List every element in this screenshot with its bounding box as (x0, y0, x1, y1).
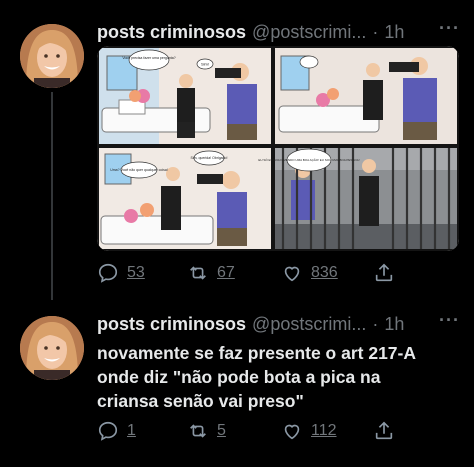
retweet-count: 5 (217, 422, 226, 439)
heart-icon (284, 266, 300, 282)
avatar[interactable] (20, 316, 84, 380)
retweet-icon (190, 266, 206, 280)
like-count: 112 (311, 422, 337, 439)
speech-bubble-text: Você precisa fazer uma pergunta? (122, 56, 175, 60)
separator-dot: · (372, 314, 379, 334)
tweet-header: posts criminosos @postscrimi... · 1h (97, 22, 404, 43)
tweet-image[interactable]: Você precisa fazer uma pergunta? Sim! Um… (97, 46, 459, 251)
like-count: 836 (311, 264, 338, 281)
retweet-button[interactable]: 67 (187, 262, 281, 284)
speech-bubble-text: Uma? Você não quer qualquer coisa! (110, 168, 168, 172)
speech-bubble-text: Sim, querida! Obrigado! (191, 156, 228, 160)
reply-icon (98, 421, 118, 441)
share-button[interactable] (373, 262, 395, 284)
timestamp[interactable]: 1h (384, 314, 404, 335)
reply-button[interactable]: 53 (97, 262, 187, 284)
more-options-button[interactable]: ··· (439, 18, 460, 39)
tweet-text-line: novamente se faz presente o art 217-A (97, 343, 417, 363)
speech-bubble-text: Sim! (201, 62, 209, 67)
avatar[interactable] (20, 24, 84, 88)
tweet-text-line: onde diz "não pode bota a pica na (97, 367, 381, 387)
author-name[interactable]: posts criminosos (97, 22, 246, 43)
comic-panel-1: Você precisa fazer uma pergunta? Sim! (99, 48, 271, 144)
retweet-icon (190, 424, 206, 438)
share-icon (375, 263, 393, 282)
comic-panel-3: Uma? Você não quer qualquer coisa! Sim, … (99, 148, 271, 249)
speech-bubble-text: EU SÓ ESTAVA FAZENDO UMA BOA AÇÃO! EU SO… (258, 157, 359, 162)
like-button[interactable]: 836 (281, 262, 373, 284)
more-options-button[interactable]: ··· (439, 310, 460, 331)
author-handle[interactable]: @postscrimi... (252, 22, 366, 43)
comic-panel-4: EU SÓ ESTAVA FAZENDO UMA BOA AÇÃO! EU SO… (258, 148, 457, 249)
timestamp[interactable]: 1h (384, 22, 404, 43)
thread-connector-line (51, 92, 53, 300)
separator-dot: · (372, 22, 379, 42)
retweet-button[interactable]: 5 (187, 420, 281, 442)
reply-icon (98, 263, 118, 283)
share-button[interactable] (373, 420, 395, 442)
tweet-header: posts criminosos @postscrimi... · 1h (97, 314, 404, 335)
heart-icon (284, 424, 300, 440)
share-icon (375, 421, 393, 440)
reply-count: 1 (127, 422, 136, 439)
reply-button[interactable]: 1 (97, 420, 187, 442)
tweet-actions: 53 67 836 (97, 262, 395, 284)
tweet-actions: 1 5 112 (97, 420, 395, 442)
retweet-count: 67 (217, 264, 235, 281)
tweet-text-line: criansa senão vai preso" (97, 391, 304, 411)
reply-count: 53 (127, 264, 145, 281)
tweet-text: novamente se faz presente o art 217-A on… (97, 341, 467, 413)
author-handle[interactable]: @postscrimi... (252, 314, 366, 335)
comic-panel-2 (275, 48, 457, 144)
author-name[interactable]: posts criminosos (97, 314, 246, 335)
like-button[interactable]: 112 (281, 420, 373, 442)
